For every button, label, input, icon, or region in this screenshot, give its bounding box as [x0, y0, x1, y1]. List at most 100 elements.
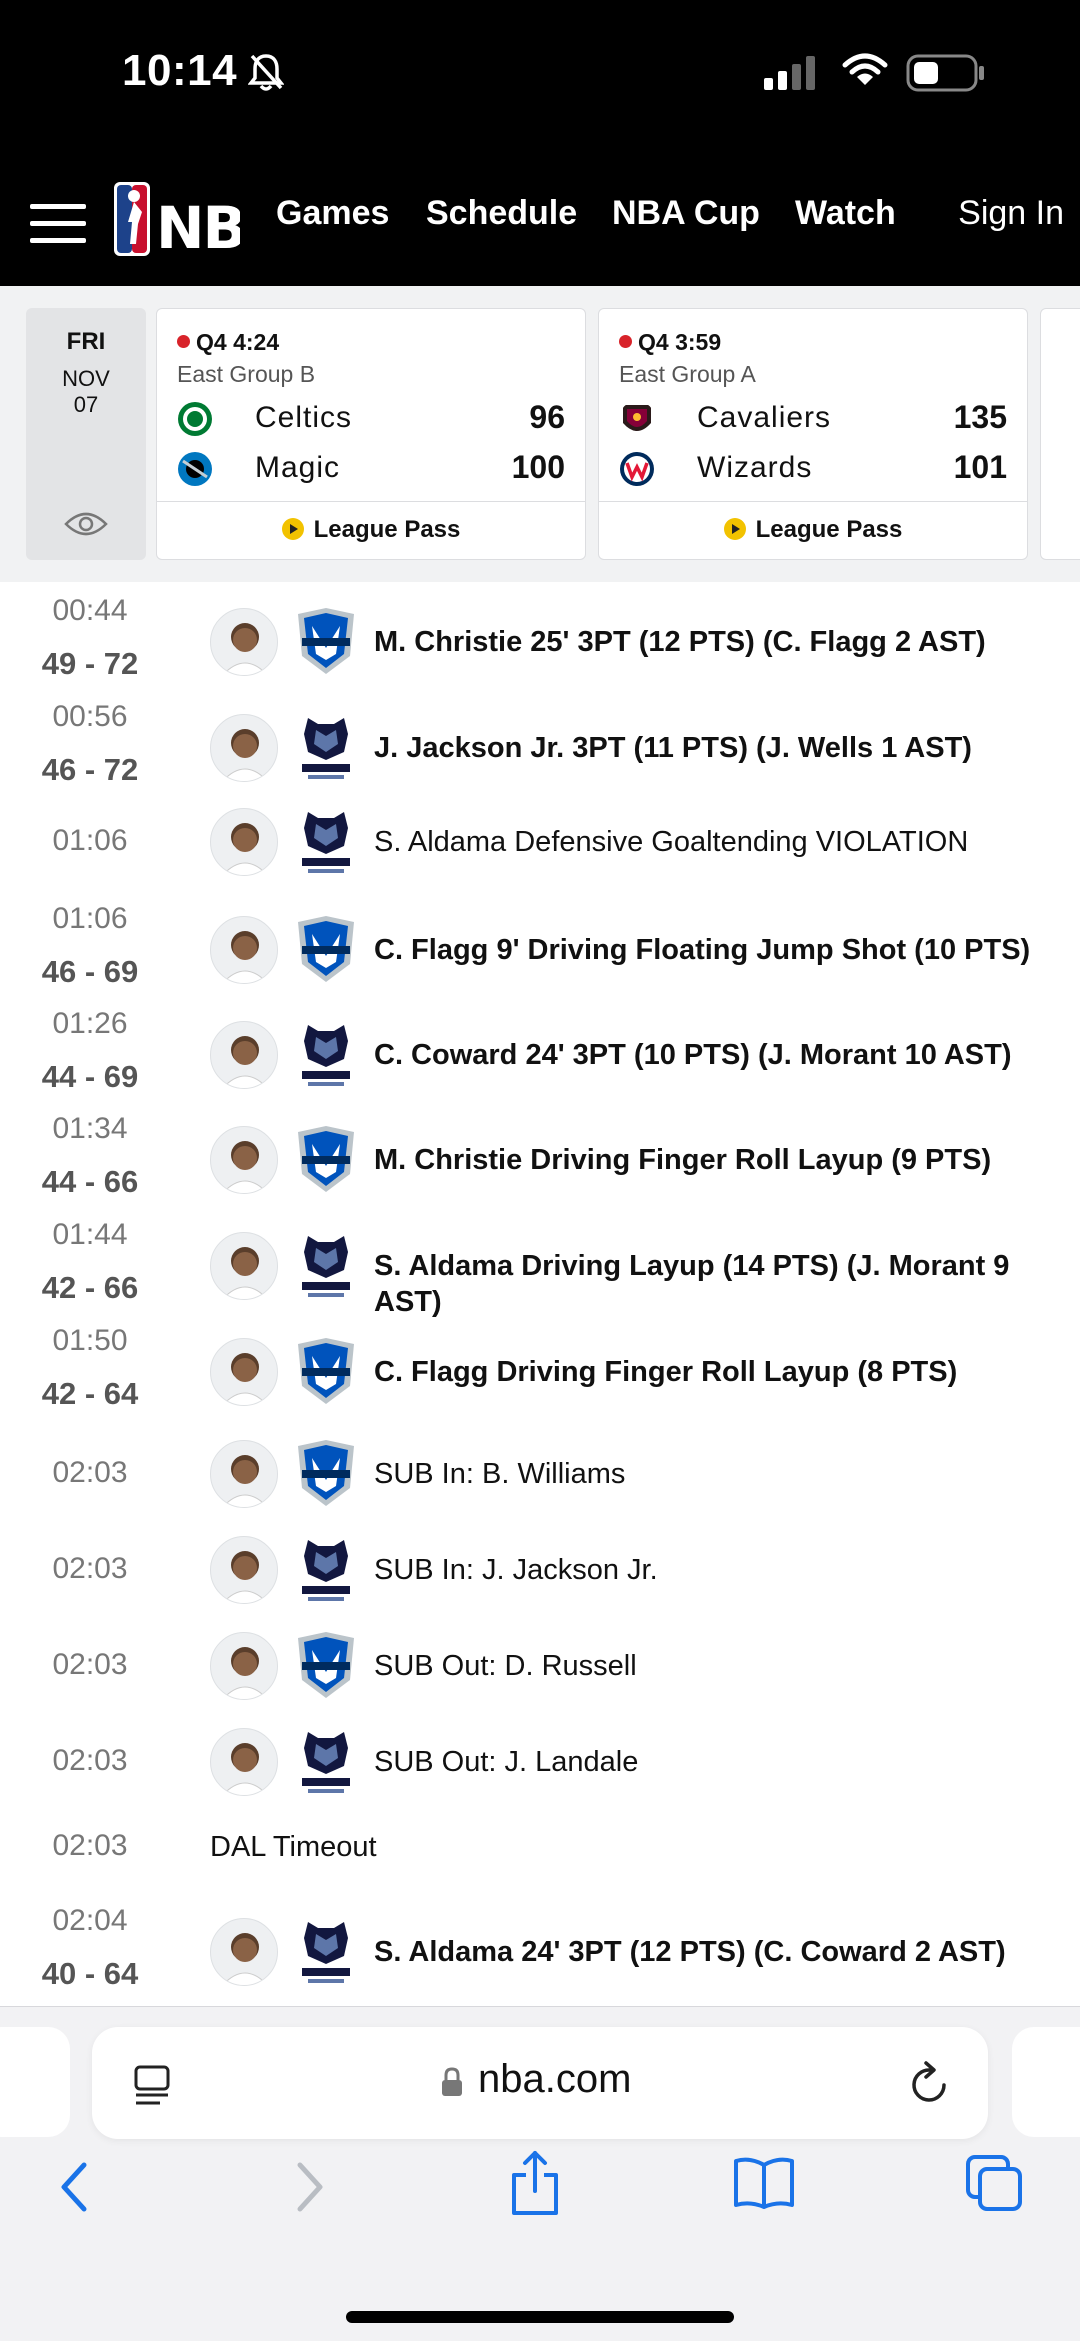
- grizzlies-logo-icon: [294, 1536, 358, 1604]
- mavericks-logo-icon: [294, 1338, 358, 1406]
- player-headshot[interactable]: [210, 1918, 278, 1986]
- play-description: C. Flagg 9' Driving Floating Jump Shot (…: [374, 934, 1031, 966]
- reload-icon[interactable]: [908, 2059, 952, 2107]
- play-row: 02:03 SUB Out: D. Russell: [0, 1622, 1080, 1710]
- bell-muted-icon: [248, 54, 284, 91]
- play-score: 40 - 64: [41, 1956, 139, 1991]
- home-indicator: [346, 2311, 734, 2323]
- play-score: 46 - 72: [41, 752, 139, 787]
- player-headshot[interactable]: [210, 808, 278, 876]
- back-icon[interactable]: [54, 2157, 94, 2217]
- play-description: DAL Timeout: [210, 1831, 377, 1863]
- grizzlies-logo-icon: [294, 1728, 358, 1796]
- play-clock: 01:44: [52, 1218, 128, 1251]
- player-headshot[interactable]: [210, 1440, 278, 1508]
- nav-games[interactable]: Games: [276, 194, 389, 233]
- grizzlies-logo-icon: [294, 1021, 358, 1089]
- nav-watch[interactable]: Watch: [795, 194, 896, 233]
- game-group: East Group A: [619, 361, 756, 387]
- wizards-logo-icon: [620, 452, 654, 486]
- league-pass-button[interactable]: League Pass: [157, 501, 585, 559]
- menu-icon[interactable]: [30, 204, 86, 244]
- celtics-logo-icon: [178, 402, 212, 436]
- page-menu-icon[interactable]: [132, 2063, 172, 2107]
- mavericks-logo-icon: [294, 1440, 358, 1508]
- date-day-of-week: FRI: [66, 328, 106, 355]
- play-icon: [723, 517, 746, 540]
- svg-text:NBA: NBA: [156, 194, 240, 256]
- game-card-peek[interactable]: [1040, 308, 1080, 560]
- play-description: M. Christie Driving Finger Roll Layup (9…: [374, 1144, 992, 1176]
- play-score: 44 - 69: [41, 1059, 139, 1094]
- play-clock: 00:44: [52, 594, 128, 627]
- lock-icon: [442, 2067, 462, 2096]
- play-row: 00:56 46 - 72 J. Jackson Jr. 3PT (11 PTS) …: [0, 700, 1080, 796]
- date-month: NOV: [62, 366, 110, 391]
- play-row: 01:50 42 - 64 C. Flagg Driving Finger Roll…: [0, 1324, 1080, 1420]
- play-description: C. Coward 24' 3PT (10 PTS) (J. Morant 10…: [374, 1039, 1012, 1071]
- play-description: S. Aldama 24' 3PT (12 PTS) (C. Coward 2 …: [374, 1936, 1006, 1968]
- play-clock: 02:03: [52, 1744, 128, 1777]
- tabs-icon[interactable]: [964, 2153, 1024, 2213]
- address-bar[interactable]: nba.com: [92, 2027, 988, 2139]
- play-icon: [281, 517, 304, 540]
- play-clock: 01:34: [52, 1112, 128, 1145]
- play-row: 01:06 S. Aldama Defensive Goaltending VIO…: [0, 798, 1080, 886]
- team-row: Magic 100: [177, 447, 565, 491]
- player-headshot[interactable]: [210, 714, 278, 782]
- nav-nba-cup[interactable]: NBA Cup: [612, 194, 760, 233]
- play-clock: 02:03: [52, 1829, 128, 1862]
- status-time: 10:14: [122, 46, 238, 95]
- player-headshot[interactable]: [210, 1728, 278, 1796]
- team-row: Cavaliers 135: [619, 397, 1007, 441]
- game-status: Q4 3:59: [619, 329, 721, 356]
- player-headshot[interactable]: [210, 608, 278, 676]
- play-clock: 02:03: [52, 1552, 128, 1585]
- play-description: S. Aldama Defensive Goaltending VIOLATIO…: [374, 826, 969, 858]
- team-name: Wizards: [697, 451, 813, 484]
- team-row: Celtics 96: [177, 397, 565, 441]
- sign-in-link[interactable]: Sign In: [958, 194, 1064, 233]
- eye-icon[interactable]: [64, 510, 108, 538]
- magic-logo-icon: [178, 452, 212, 486]
- play-by-play-list[interactable]: 00:44 49 - 72 M. Christie 25' 3PT (12 PTS)…: [0, 582, 1080, 2006]
- league-pass-button[interactable]: League Pass: [599, 501, 1027, 559]
- live-dot-icon: [619, 335, 632, 349]
- previous-tab-preview[interactable]: [0, 2027, 70, 2137]
- play-clock: 00:56: [52, 700, 128, 733]
- player-headshot[interactable]: [210, 916, 278, 984]
- mavericks-logo-icon: [294, 1632, 358, 1700]
- nav-schedule[interactable]: Schedule: [426, 194, 577, 233]
- grizzlies-logo-icon: [294, 714, 358, 782]
- date-selector[interactable]: FRI NOV 07: [26, 308, 146, 560]
- cavaliers-logo-icon: [623, 405, 651, 431]
- nba-logo[interactable]: NBA: [114, 182, 240, 256]
- play-clock: 02:03: [52, 1648, 128, 1681]
- wifi-icon: [842, 53, 888, 85]
- scores-strip: FRI NOV 07 Q4 4:24 East Group B Celtics …: [0, 286, 1080, 582]
- share-icon[interactable]: [508, 2149, 562, 2219]
- browser-toolbar: nba.com: [0, 2006, 1080, 2341]
- game-card[interactable]: Q4 4:24 East Group B Celtics 96 Magic 10…: [156, 308, 586, 560]
- play-row: 01:44 42 - 66 S. Aldama Driving Layup (14 …: [0, 1218, 1080, 1318]
- player-headshot[interactable]: [210, 1021, 278, 1089]
- forward-icon[interactable]: [290, 2157, 330, 2217]
- grizzlies-logo-icon: [294, 808, 358, 876]
- grizzlies-logo-icon: [294, 1918, 358, 1986]
- player-headshot[interactable]: [210, 1536, 278, 1604]
- player-headshot[interactable]: [210, 1338, 278, 1406]
- play-description: J. Jackson Jr. 3PT (11 PTS) (J. Wells 1 …: [374, 732, 972, 764]
- game-card[interactable]: Q4 3:59 East Group A Cavaliers 135 Wizar…: [598, 308, 1028, 560]
- player-headshot[interactable]: [210, 1126, 278, 1194]
- live-dot-icon: [177, 335, 190, 349]
- signal-icon: [764, 56, 815, 90]
- play-score: 44 - 66: [41, 1164, 139, 1199]
- play-row: 02:03 DAL Timeout: [0, 1812, 1080, 1882]
- player-headshot[interactable]: [210, 1232, 278, 1300]
- bookmarks-icon[interactable]: [732, 2155, 796, 2211]
- player-headshot[interactable]: [210, 1632, 278, 1700]
- play-description: SUB Out: J. Landale: [374, 1746, 639, 1778]
- next-tab-preview[interactable]: [1012, 2027, 1080, 2137]
- play-row: 02:04 40 - 64 S. Aldama 24' 3PT (12 PTS) (…: [0, 1904, 1080, 2000]
- play-description: C. Flagg Driving Finger Roll Layup (8 PT…: [374, 1356, 958, 1388]
